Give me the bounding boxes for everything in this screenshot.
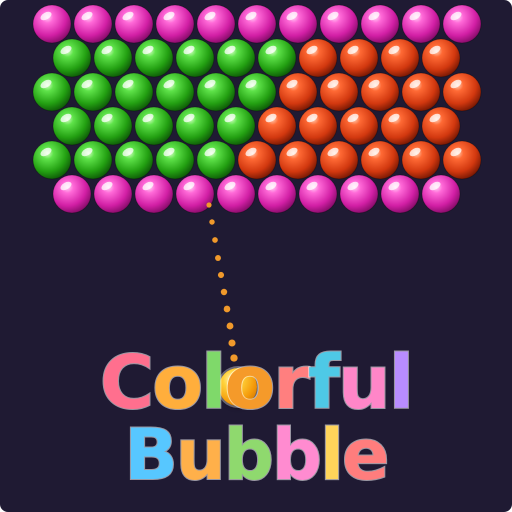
- green-bubble: [257, 38, 297, 78]
- title-letter: u: [337, 340, 392, 426]
- aim-dot: [220, 288, 228, 296]
- pink-bubble: [155, 4, 195, 44]
- red-bubble: [257, 106, 297, 146]
- title-letter: B: [124, 414, 179, 496]
- red-bubble: [442, 140, 482, 180]
- aim-dot: [223, 305, 231, 313]
- title-letter: l: [388, 340, 415, 426]
- aim-dot: [215, 255, 221, 261]
- red-bubble: [298, 106, 338, 146]
- red-bubble: [278, 72, 318, 112]
- green-bubble: [73, 72, 113, 112]
- game-title-line-colorful: Colorful: [0, 340, 512, 426]
- title-letter: b: [271, 414, 323, 496]
- red-bubble: [380, 106, 420, 146]
- green-bubble: [196, 72, 236, 112]
- green-bubble: [93, 106, 133, 146]
- red-bubble: [421, 38, 461, 78]
- red-bubble: [319, 140, 359, 180]
- green-bubble: [114, 72, 154, 112]
- title-letter: f: [307, 340, 341, 426]
- aim-dot: [212, 237, 218, 243]
- aim-dot: [206, 202, 212, 208]
- green-bubble: [114, 140, 154, 180]
- title-letter: b: [223, 414, 275, 496]
- pink-bubble: [401, 4, 441, 44]
- red-bubble: [401, 72, 441, 112]
- title-letter: l: [319, 414, 345, 496]
- red-bubble: [339, 38, 379, 78]
- title-letter: C: [99, 340, 155, 426]
- red-bubble: [380, 38, 420, 78]
- title-letter: u: [175, 414, 227, 496]
- game-screen[interactable]: Colorful Bubble: [0, 0, 512, 512]
- aim-dot: [217, 271, 225, 279]
- pink-bubble: [339, 174, 379, 214]
- pink-bubble: [442, 4, 482, 44]
- pink-bubble: [319, 4, 359, 44]
- green-bubble: [32, 140, 72, 180]
- green-bubble: [196, 140, 236, 180]
- red-bubble: [237, 140, 277, 180]
- pink-bubble: [134, 174, 174, 214]
- red-bubble: [360, 72, 400, 112]
- pink-bubble: [360, 4, 400, 44]
- green-bubble: [155, 140, 195, 180]
- green-bubble: [52, 38, 92, 78]
- pink-bubble: [421, 174, 461, 214]
- green-bubble: [175, 38, 215, 78]
- aim-dot: [209, 219, 215, 225]
- title-letter: e: [341, 414, 391, 496]
- pink-bubble: [380, 174, 420, 214]
- green-bubble: [216, 106, 256, 146]
- game-title-line-bubble: Bubble: [0, 414, 512, 496]
- pink-bubble: [257, 174, 297, 214]
- pink-bubble: [216, 174, 256, 214]
- title-letter: o: [151, 340, 204, 426]
- red-bubble: [298, 38, 338, 78]
- pink-bubble: [114, 4, 154, 44]
- pink-bubble: [298, 174, 338, 214]
- title-letter: o: [223, 340, 276, 426]
- pink-bubble: [32, 4, 72, 44]
- aim-dot: [226, 322, 234, 330]
- red-bubble: [360, 140, 400, 180]
- green-bubble: [155, 72, 195, 112]
- green-bubble: [32, 72, 72, 112]
- green-bubble: [93, 38, 133, 78]
- red-bubble: [421, 106, 461, 146]
- pink-bubble: [237, 4, 277, 44]
- green-bubble: [134, 106, 174, 146]
- pink-bubble: [73, 4, 113, 44]
- title-letter: r: [272, 340, 310, 426]
- green-bubble: [52, 106, 92, 146]
- green-bubble: [73, 140, 113, 180]
- pink-bubble: [278, 4, 318, 44]
- pink-bubble: [52, 174, 92, 214]
- bubble-grid: [32, 4, 482, 214]
- green-bubble: [134, 38, 174, 78]
- pink-bubble: [93, 174, 133, 214]
- red-bubble: [339, 106, 379, 146]
- green-bubble: [216, 38, 256, 78]
- red-bubble: [401, 140, 441, 180]
- title-letter: l: [200, 340, 227, 426]
- green-bubble: [175, 106, 215, 146]
- aim-line: [206, 202, 238, 362]
- red-bubble: [319, 72, 359, 112]
- red-bubble: [442, 72, 482, 112]
- red-bubble: [278, 140, 318, 180]
- pink-bubble: [196, 4, 236, 44]
- green-bubble: [237, 72, 277, 112]
